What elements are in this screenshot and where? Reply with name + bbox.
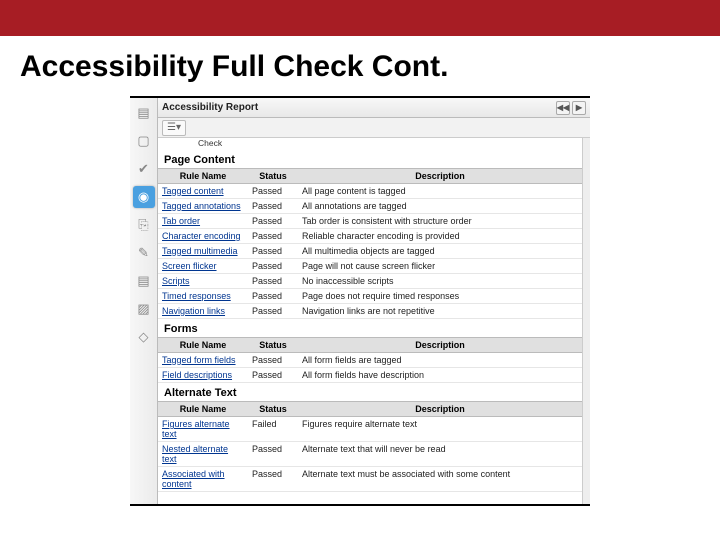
desc-cell: All page content is tagged — [298, 184, 582, 199]
thumbnails-icon[interactable]: ▤ — [133, 102, 155, 124]
col-desc: Description — [298, 338, 582, 353]
status-cell: Passed — [248, 184, 298, 199]
rule-link[interactable]: Navigation links — [158, 304, 248, 319]
rule-link[interactable]: Tab order — [158, 214, 248, 229]
col-desc: Description — [298, 169, 582, 184]
status-cell: Passed — [248, 353, 298, 368]
col-status: Status — [248, 402, 298, 417]
layers-icon[interactable]: ▤ — [133, 270, 155, 292]
status-cell: Passed — [248, 467, 298, 492]
status-cell: Passed — [248, 289, 298, 304]
status-cell: Passed — [248, 442, 298, 467]
forms-table: Rule Name Status Description Tagged form… — [158, 337, 582, 383]
table-row: Navigation linksPassedNavigation links a… — [158, 304, 582, 319]
status-cell: Passed — [248, 259, 298, 274]
desc-cell: Page does not require timed responses — [298, 289, 582, 304]
status-cell: Passed — [248, 229, 298, 244]
tags-icon[interactable]: ◇ — [133, 326, 155, 348]
table-row: ScriptsPassedNo inaccessible scripts — [158, 274, 582, 289]
rule-link[interactable]: Scripts — [158, 274, 248, 289]
accessibility-report-icon[interactable]: ◉ — [133, 186, 155, 208]
table-row: Tagged annotationsPassedAll annotations … — [158, 199, 582, 214]
rule-link[interactable]: Figures alternate text — [158, 417, 248, 442]
desc-cell: Tab order is consistent with structure o… — [298, 214, 582, 229]
status-cell: Passed — [248, 368, 298, 383]
status-cell: Passed — [248, 199, 298, 214]
nav-next-button[interactable]: ▶ — [572, 101, 586, 115]
panel-header: Accessibility Report ◀◀ ▶ — [158, 98, 590, 118]
scrollbar[interactable] — [582, 138, 590, 504]
col-status: Status — [248, 338, 298, 353]
rule-link[interactable]: Field descriptions — [158, 368, 248, 383]
rule-link[interactable]: Screen flicker — [158, 259, 248, 274]
col-status: Status — [248, 169, 298, 184]
checker-icon[interactable]: ✔ — [133, 158, 155, 180]
rule-link[interactable]: Tagged multimedia — [158, 244, 248, 259]
desc-cell: All multimedia objects are tagged — [298, 244, 582, 259]
table-row: Character encodingPassedReliable charact… — [158, 229, 582, 244]
rule-link[interactable]: Timed responses — [158, 289, 248, 304]
order-icon[interactable]: ▨ — [133, 298, 155, 320]
rule-link[interactable]: Associated with content — [158, 467, 248, 492]
desc-cell: Page will not cause screen flicker — [298, 259, 582, 274]
panel-title: Accessibility Report — [162, 102, 258, 113]
desc-cell: All annotations are tagged — [298, 199, 582, 214]
section-title-forms: Forms — [158, 319, 582, 337]
col-rule: Rule Name — [158, 402, 248, 417]
panel-toolbar: ☰▾ — [158, 118, 590, 138]
table-row: Screen flickerPassedPage will not cause … — [158, 259, 582, 274]
table-row: Associated with contentPassedAlternate t… — [158, 467, 582, 492]
status-cell: Passed — [248, 214, 298, 229]
desc-cell: Reliable character encoding is provided — [298, 229, 582, 244]
table-row: Timed responsesPassedPage does not requi… — [158, 289, 582, 304]
status-cell: Passed — [248, 304, 298, 319]
bookmarks-icon[interactable]: ▢ — [133, 130, 155, 152]
rule-link[interactable]: Character encoding — [158, 229, 248, 244]
attachments-icon[interactable]: ⎘ — [133, 214, 155, 236]
desc-cell: No inaccessible scripts — [298, 274, 582, 289]
rule-link[interactable]: Tagged form fields — [158, 353, 248, 368]
col-desc: Description — [298, 402, 582, 417]
page-content-table: Rule Name Status Description Tagged cont… — [158, 168, 582, 319]
alternate-text-table: Rule Name Status Description Figures alt… — [158, 401, 582, 492]
desc-cell: Navigation links are not repetitive — [298, 304, 582, 319]
accessibility-report-panel: Accessibility Report ◀◀ ▶ ☰▾ Check Page … — [158, 98, 590, 504]
status-cell: Passed — [248, 244, 298, 259]
col-rule: Rule Name — [158, 169, 248, 184]
table-row: Tab orderPassedTab order is consistent w… — [158, 214, 582, 229]
table-row: Nested alternate textPassedAlternate tex… — [158, 442, 582, 467]
table-row: Tagged form fieldsPassedAll form fields … — [158, 353, 582, 368]
section-title-alternate-text: Alternate Text — [158, 383, 582, 401]
rule-link[interactable]: Tagged content — [158, 184, 248, 199]
rule-link[interactable]: Nested alternate text — [158, 442, 248, 467]
table-header-row: Rule Name Status Description — [158, 402, 582, 417]
slide-banner — [0, 0, 720, 36]
desc-cell: All form fields are tagged — [298, 353, 582, 368]
rule-link[interactable]: Tagged annotations — [158, 199, 248, 214]
table-row: Field descriptionsPassedAll form fields … — [158, 368, 582, 383]
options-menu-button[interactable]: ☰▾ — [162, 120, 186, 136]
slide-title: Accessibility Full Check Cont. — [0, 36, 720, 90]
acrobat-panel-screenshot: ▤ ▢ ✔ ◉ ⎘ ✎ ▤ ▨ ◇ Accessibility Report ◀… — [130, 96, 590, 506]
report-body: Check Page Content Rule Name Status Desc… — [158, 138, 590, 504]
partial-row-check: Check — [158, 138, 582, 150]
table-row: Tagged contentPassedAll page content is … — [158, 184, 582, 199]
left-navigation-rail: ▤ ▢ ✔ ◉ ⎘ ✎ ▤ ▨ ◇ — [130, 98, 158, 504]
nav-prev-button[interactable]: ◀◀ — [556, 101, 570, 115]
table-header-row: Rule Name Status Description — [158, 169, 582, 184]
desc-cell: All form fields have description — [298, 368, 582, 383]
desc-cell: Figures require alternate text — [298, 417, 582, 442]
panel-nav: ◀◀ ▶ — [556, 101, 586, 115]
status-cell: Passed — [248, 274, 298, 289]
desc-cell: Alternate text that will never be read — [298, 442, 582, 467]
table-header-row: Rule Name Status Description — [158, 338, 582, 353]
desc-cell: Alternate text must be associated with s… — [298, 467, 582, 492]
table-row: Figures alternate textFailedFigures requ… — [158, 417, 582, 442]
status-cell: Failed — [248, 417, 298, 442]
section-title-page-content: Page Content — [158, 150, 582, 168]
col-rule: Rule Name — [158, 338, 248, 353]
signatures-icon[interactable]: ✎ — [133, 242, 155, 264]
table-row: Tagged multimediaPassedAll multimedia ob… — [158, 244, 582, 259]
